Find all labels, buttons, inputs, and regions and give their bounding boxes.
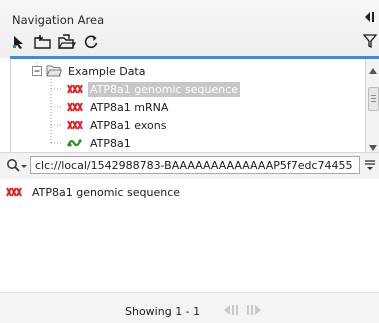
tree-item-label: Example Data	[68, 64, 146, 78]
folder-open-icon[interactable]	[58, 33, 76, 51]
navigation-tree[interactable]: Example Data ATP8a1 genomic sequence ATP…	[10, 59, 379, 152]
sequence-icon	[67, 101, 83, 113]
scroll-thumb[interactable]	[368, 87, 379, 111]
tree-item-label: ATP8a1 mRNA	[90, 100, 169, 114]
search-icon[interactable]	[6, 158, 30, 174]
previous-page-icon[interactable]	[223, 304, 239, 316]
thumb-grip-line	[371, 101, 376, 102]
folder-open-icon	[46, 64, 63, 78]
sequence-icon	[6, 186, 22, 198]
navigation-header: Navigation Area	[0, 0, 379, 59]
search-result-label: ATP8a1 genomic sequence	[32, 185, 181, 199]
tree-item-genomic-sequence[interactable]: ATP8a1 genomic sequence	[67, 80, 241, 98]
expand-toggle-icon[interactable]	[32, 66, 42, 76]
panel-title: Navigation Area	[12, 13, 105, 27]
tree-item-protein[interactable]: ATP8a1	[66, 134, 133, 152]
thumb-grip-line	[371, 98, 376, 99]
results-footer: Showing 1 - 1	[0, 292, 379, 323]
tree-item-example-data[interactable]: Example Data	[32, 62, 147, 80]
results-count-label: Showing 1 - 1	[125, 305, 201, 318]
filter-icon[interactable]	[362, 33, 378, 49]
tree-item-label: ATP8a1 exons	[90, 118, 167, 132]
tree-item-mrna[interactable]: ATP8a1 mRNA	[67, 98, 170, 116]
tree-scrollbar[interactable]	[365, 59, 379, 152]
search-input[interactable]	[30, 156, 360, 174]
sequence-icon	[67, 119, 83, 131]
navigation-area-panel: Navigation Area Example Data ATP8a1 geno…	[0, 0, 379, 323]
tree-item-label: ATP8a1	[90, 136, 131, 150]
folder-add-icon[interactable]	[34, 33, 52, 51]
sequence-icon	[67, 83, 83, 95]
thumb-grip-line	[371, 95, 376, 96]
navigation-toolbar	[10, 33, 100, 51]
collapse-panel-icon[interactable]	[363, 10, 375, 24]
search-result-item[interactable]: ATP8a1 genomic sequence	[0, 183, 379, 201]
scroll-down-arrow-icon[interactable]	[369, 141, 377, 151]
next-page-icon[interactable]	[246, 304, 262, 316]
pointer-icon[interactable]	[10, 33, 28, 51]
search-bar	[0, 152, 379, 180]
refresh-icon[interactable]	[82, 33, 100, 51]
protein-icon	[66, 137, 83, 149]
search-options-icon[interactable]	[365, 159, 375, 171]
scroll-up-arrow-icon[interactable]	[369, 64, 377, 74]
search-results-list: ATP8a1 genomic sequence	[0, 179, 379, 292]
tree-item-label: ATP8a1 genomic sequence	[88, 81, 241, 97]
tree-item-exons[interactable]: ATP8a1 exons	[67, 116, 168, 134]
